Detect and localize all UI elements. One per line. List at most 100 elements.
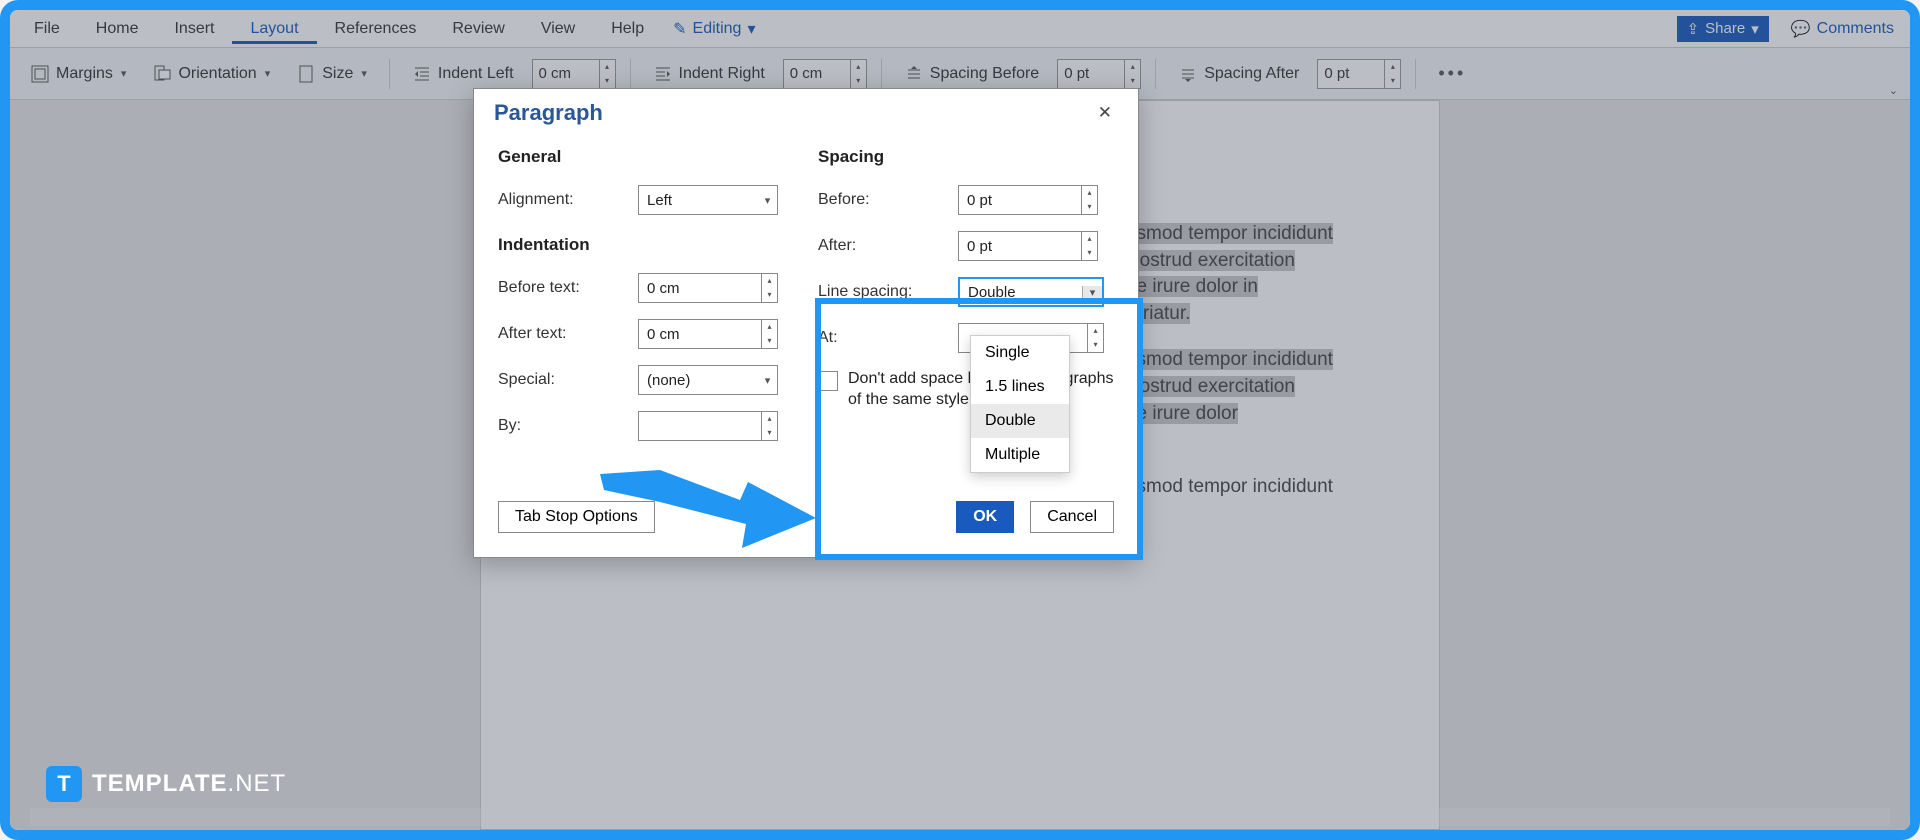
sp-before-value: 0 pt bbox=[959, 192, 1081, 209]
editing-label: Editing bbox=[693, 20, 742, 38]
line-spacing-dropdown-list: Single 1.5 lines Double Multiple bbox=[970, 335, 1070, 473]
margins-label: Margins bbox=[56, 65, 113, 83]
spinner[interactable]: ▴▾ bbox=[761, 320, 777, 348]
share-icon: ⇪ bbox=[1687, 20, 1700, 38]
chevron-down-icon: ▾ bbox=[757, 374, 777, 387]
dont-add-space-checkbox[interactable] bbox=[818, 371, 838, 391]
spacing-after-label: Spacing After bbox=[1204, 65, 1299, 83]
indent-left-control: Indent Left bbox=[404, 60, 522, 88]
after-text-value: 0 cm bbox=[639, 326, 761, 343]
line-spacing-label: Line spacing: bbox=[818, 283, 948, 301]
line-spacing-option-single[interactable]: Single bbox=[971, 336, 1069, 370]
spinner[interactable]: ▴▾ bbox=[1087, 324, 1103, 352]
orientation-icon bbox=[152, 64, 172, 84]
tab-help[interactable]: Help bbox=[593, 14, 662, 44]
spacing-before-value: 0 pt bbox=[1058, 65, 1124, 82]
general-heading: General bbox=[498, 147, 794, 167]
indent-left-input[interactable]: 0 cm ▴▾ bbox=[532, 59, 616, 89]
spinner[interactable]: ▴▾ bbox=[1384, 60, 1400, 88]
by-label: By: bbox=[498, 417, 628, 435]
sp-after-label: After: bbox=[818, 237, 948, 255]
comments-label: Comments bbox=[1817, 20, 1894, 38]
margins-icon bbox=[30, 64, 50, 84]
chevron-down-icon: ▾ bbox=[757, 194, 777, 207]
indent-left-icon bbox=[412, 64, 432, 84]
tab-home[interactable]: Home bbox=[78, 14, 157, 44]
indent-right-value: 0 cm bbox=[784, 65, 850, 82]
before-text-input[interactable]: 0 cm ▴▾ bbox=[638, 273, 778, 303]
tab-file[interactable]: File bbox=[16, 14, 78, 44]
ribbon-overflow[interactable]: ••• bbox=[1438, 63, 1466, 84]
special-value: (none) bbox=[639, 372, 757, 389]
by-input[interactable]: ▴▾ bbox=[638, 411, 778, 441]
orientation-label: Orientation bbox=[178, 65, 256, 83]
close-button[interactable]: ✕ bbox=[1092, 97, 1118, 129]
indent-right-control: Indent Right bbox=[645, 60, 773, 88]
spacing-after-value: 0 pt bbox=[1318, 65, 1384, 82]
spinner[interactable]: ▴▾ bbox=[599, 60, 615, 88]
line-spacing-select[interactable]: Double ▾ bbox=[958, 277, 1104, 307]
special-select[interactable]: (none) ▾ bbox=[638, 365, 778, 395]
alignment-select[interactable]: Left ▾ bbox=[638, 185, 778, 215]
tutorial-arrow-icon bbox=[590, 462, 820, 552]
share-button[interactable]: ⇪ Share ▾ bbox=[1677, 16, 1769, 42]
tab-references[interactable]: References bbox=[317, 14, 435, 44]
editing-mode-dropdown[interactable]: ✎ Editing ▾ bbox=[662, 14, 766, 44]
ribbon-collapse-chevron[interactable]: ⌄ bbox=[1889, 84, 1898, 97]
logo-badge: T bbox=[46, 766, 82, 802]
spacing-before-label: Spacing Before bbox=[930, 65, 1039, 83]
spacing-before-input[interactable]: 0 pt ▴▾ bbox=[1057, 59, 1141, 89]
line-spacing-option-1-5-lines[interactable]: 1.5 lines bbox=[971, 370, 1069, 404]
comment-icon: 💬 bbox=[1791, 19, 1811, 39]
spinner[interactable]: ▴▾ bbox=[1124, 60, 1140, 88]
line-spacing-value: Double bbox=[960, 284, 1082, 301]
size-button[interactable]: Size ▾ bbox=[288, 60, 375, 88]
indent-left-label: Indent Left bbox=[438, 65, 514, 83]
spinner[interactable]: ▴▾ bbox=[761, 412, 777, 440]
spacing-before-icon bbox=[904, 64, 924, 84]
line-spacing-option-double[interactable]: Double bbox=[971, 404, 1069, 438]
sp-before-input[interactable]: 0 pt ▴▾ bbox=[958, 185, 1098, 215]
spinner[interactable]: ▴▾ bbox=[761, 274, 777, 302]
indent-right-label: Indent Right bbox=[679, 65, 765, 83]
spacing-before-control: Spacing Before bbox=[896, 60, 1047, 88]
tab-review[interactable]: Review bbox=[434, 14, 522, 44]
before-text-label: Before text: bbox=[498, 279, 628, 297]
after-text-label: After text: bbox=[498, 325, 628, 343]
chevron-down-icon: ▾ bbox=[265, 67, 271, 80]
size-label: Size bbox=[322, 65, 353, 83]
chevron-down-icon: ▾ bbox=[361, 67, 367, 80]
at-label: At: bbox=[818, 329, 948, 347]
tab-view[interactable]: View bbox=[523, 14, 593, 44]
ok-button[interactable]: OK bbox=[956, 501, 1014, 533]
alignment-value: Left bbox=[639, 192, 757, 209]
margins-button[interactable]: Margins ▾ bbox=[22, 60, 134, 88]
indent-right-icon bbox=[653, 64, 673, 84]
sp-after-input[interactable]: 0 pt ▴▾ bbox=[958, 231, 1098, 261]
after-text-input[interactable]: 0 cm ▴▾ bbox=[638, 319, 778, 349]
tabs-bar: File Home Insert Layout References Revie… bbox=[10, 10, 1910, 48]
chevron-down-icon: ▾ bbox=[1082, 286, 1102, 299]
dialog-title: Paragraph bbox=[494, 100, 603, 126]
general-column: General Alignment: Left ▾ Indentation Be… bbox=[498, 147, 794, 457]
comments-button[interactable]: 💬 Comments bbox=[1781, 15, 1904, 43]
indent-right-input[interactable]: 0 cm ▴▾ bbox=[783, 59, 867, 89]
logo-text-thin: .NET bbox=[228, 770, 287, 797]
tab-insert[interactable]: Insert bbox=[156, 14, 232, 44]
spinner[interactable]: ▴▾ bbox=[1081, 186, 1097, 214]
line-spacing-option-multiple[interactable]: Multiple bbox=[971, 438, 1069, 472]
spacing-after-control: Spacing After bbox=[1170, 60, 1307, 88]
spinner[interactable]: ▴▾ bbox=[850, 60, 866, 88]
orientation-button[interactable]: Orientation ▾ bbox=[144, 60, 278, 88]
spinner[interactable]: ▴▾ bbox=[1081, 232, 1097, 260]
chevron-down-icon: ▾ bbox=[1751, 20, 1759, 38]
sp-before-label: Before: bbox=[818, 191, 948, 209]
sp-after-value: 0 pt bbox=[959, 238, 1081, 255]
logo-text-bold: TEMPLATE bbox=[92, 770, 228, 797]
cancel-button[interactable]: Cancel bbox=[1030, 501, 1114, 533]
spacing-after-input[interactable]: 0 pt ▴▾ bbox=[1317, 59, 1401, 89]
status-bar bbox=[30, 808, 1890, 826]
tab-layout[interactable]: Layout bbox=[232, 14, 316, 44]
share-label: Share bbox=[1705, 20, 1745, 37]
alignment-label: Alignment: bbox=[498, 191, 628, 209]
